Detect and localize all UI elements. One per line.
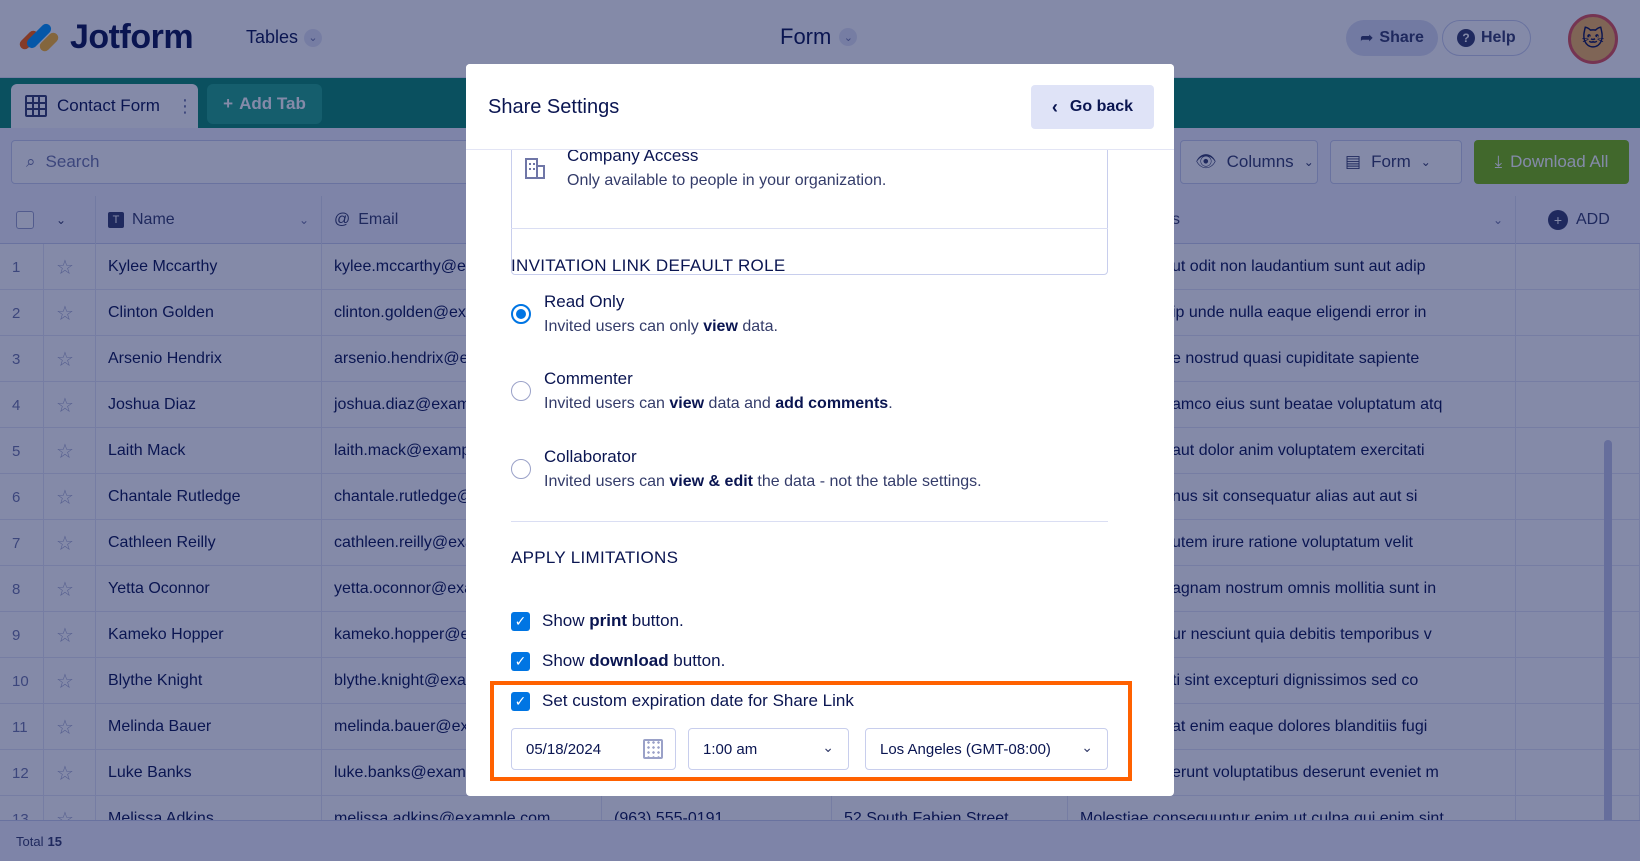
role-title-read-only: Read Only	[544, 292, 625, 311]
limitations-title: APPLY LIMITATIONS	[511, 548, 679, 567]
role-title-collaborator: Collaborator	[544, 447, 637, 466]
share-settings-modal: Share Settings ‹ Go back Company Access …	[466, 64, 1174, 796]
radio-collaborator[interactable]	[511, 459, 531, 479]
modal-header: Share Settings ‹ Go back	[466, 64, 1174, 150]
expiration-checkbox[interactable]: ✓	[511, 692, 530, 711]
print-button-label: Show print button.	[542, 611, 684, 630]
chevron-down-icon: ⌄	[822, 739, 834, 755]
timezone-select[interactable]: Los Angeles (GMT-08:00) ⌄	[865, 728, 1108, 770]
timezone-value: Los Angeles (GMT-08:00)	[880, 740, 1051, 758]
chevron-down-icon: ⌄	[1081, 739, 1093, 755]
radio-read-only[interactable]	[511, 304, 531, 324]
print-button-checkbox[interactable]: ✓	[511, 612, 530, 631]
radio-commenter[interactable]	[511, 381, 531, 401]
expiration-time-value: 1:00 am	[703, 740, 758, 758]
role-desc-collaborator: Invited users can view & edit the data -…	[544, 473, 982, 490]
go-back-button[interactable]: ‹ Go back	[1031, 85, 1154, 129]
download-button-checkbox[interactable]: ✓	[511, 652, 530, 671]
divider	[511, 521, 1108, 522]
role-desc-read-only: Invited users can only view data.	[544, 318, 778, 335]
expiration-time-select[interactable]: 1:00 am ⌄	[688, 728, 849, 770]
calendar-icon[interactable]	[643, 739, 663, 759]
role-title-commenter: Commenter	[544, 369, 633, 388]
default-role-title: INVITATION LINK DEFAULT ROLE	[511, 256, 786, 275]
role-desc-commenter: Invited users can view data and add comm…	[544, 395, 893, 412]
download-button-label: Show download button.	[542, 651, 726, 670]
expiration-date-value: 05/18/2024	[526, 740, 602, 758]
modal-title: Share Settings	[488, 96, 620, 118]
expiration-label: Set custom expiration date for Share Lin…	[542, 691, 854, 710]
chevron-left-icon: ‹	[1051, 96, 1058, 117]
divider	[511, 228, 1108, 229]
go-back-label: Go back	[1069, 98, 1134, 115]
expiration-date-input[interactable]: 05/18/2024	[511, 728, 676, 770]
building-icon	[525, 158, 545, 179]
company-access-desc: Only available to people in your organiz…	[567, 172, 887, 189]
